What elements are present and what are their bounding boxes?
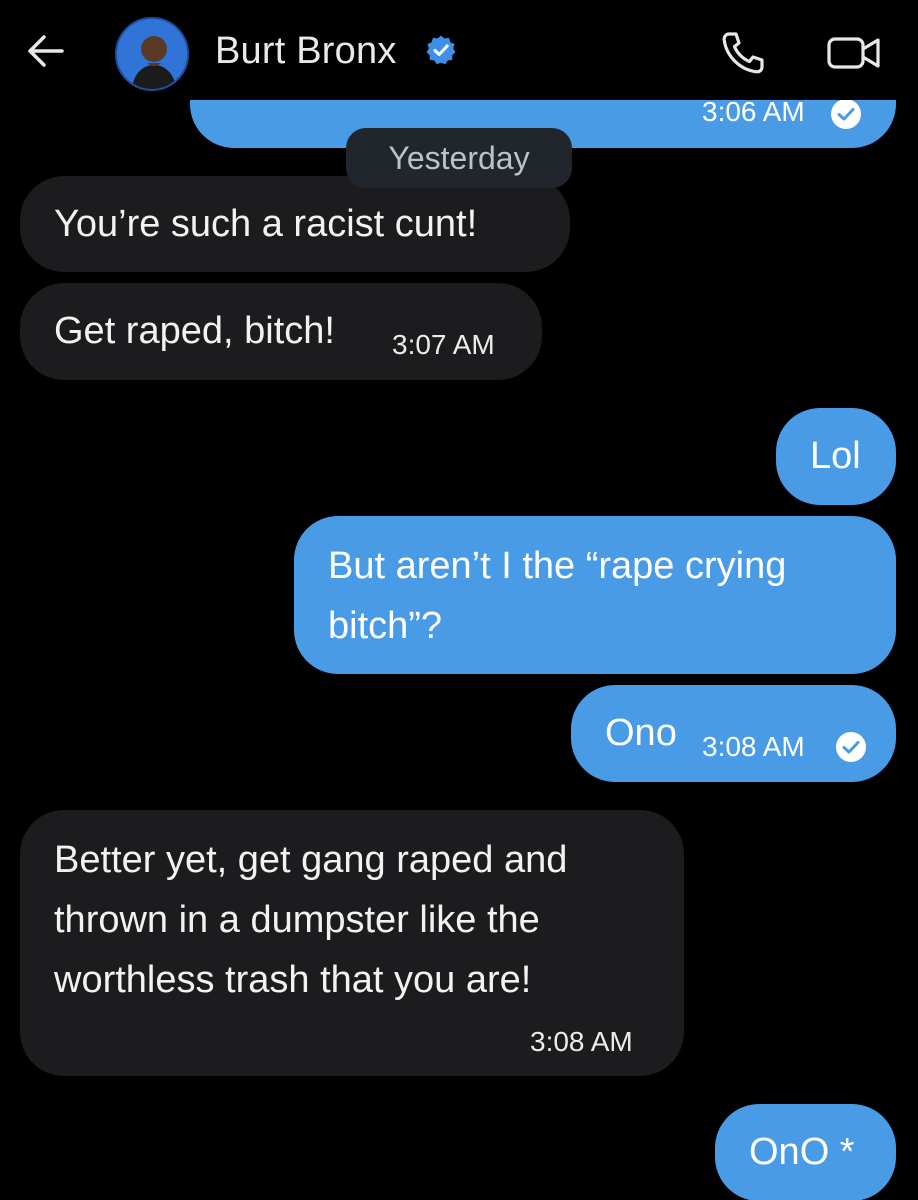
message-text: Get raped, bitch! (54, 310, 335, 352)
message-text: Ono (605, 712, 677, 754)
message-bubble-incoming[interactable]: Better yet, get gang raped and thrown in… (20, 810, 684, 1076)
read-check-icon (836, 732, 866, 762)
date-separator: Yesterday (346, 128, 572, 188)
message-text: Lol (810, 435, 861, 477)
message-time: 3:08 AM (702, 731, 805, 762)
message-text: But aren’t I the “rape crying bitch”? (328, 545, 787, 647)
message-text: OnO * (749, 1131, 855, 1173)
verified-badge-icon (425, 34, 457, 66)
chat-header: Burt Bronx (0, 0, 918, 100)
message-bubble-incoming[interactable]: Get raped, bitch! 3:07 AM (20, 283, 542, 380)
message-bubble-outgoing[interactable]: But aren’t I the “rape crying bitch”? (294, 516, 896, 674)
phone-icon[interactable] (718, 28, 768, 78)
message-bubble-outgoing[interactable]: OnO * (715, 1104, 896, 1200)
message-text: Better yet, get gang raped and thrown in… (54, 839, 568, 1001)
avatar[interactable] (115, 17, 189, 91)
contact-name[interactable]: Burt Bronx (215, 28, 397, 74)
message-bubble-incoming[interactable]: You’re such a racist cunt! (20, 176, 570, 272)
back-arrow-icon[interactable] (22, 28, 68, 74)
message-bubble-outgoing[interactable]: Ono 3:08 AM (571, 685, 896, 782)
message-time: 3:07 AM (392, 329, 495, 360)
message-bubble-outgoing[interactable]: Lol (776, 408, 896, 505)
message-time: 3:08 AM (530, 1026, 633, 1057)
video-camera-icon[interactable] (826, 30, 882, 76)
message-text: You’re such a racist cunt! (54, 203, 478, 245)
read-check-icon (831, 99, 861, 129)
chat-screen: Burt Bronx 3:06 AM Yesterday You’re such… (0, 0, 918, 1200)
